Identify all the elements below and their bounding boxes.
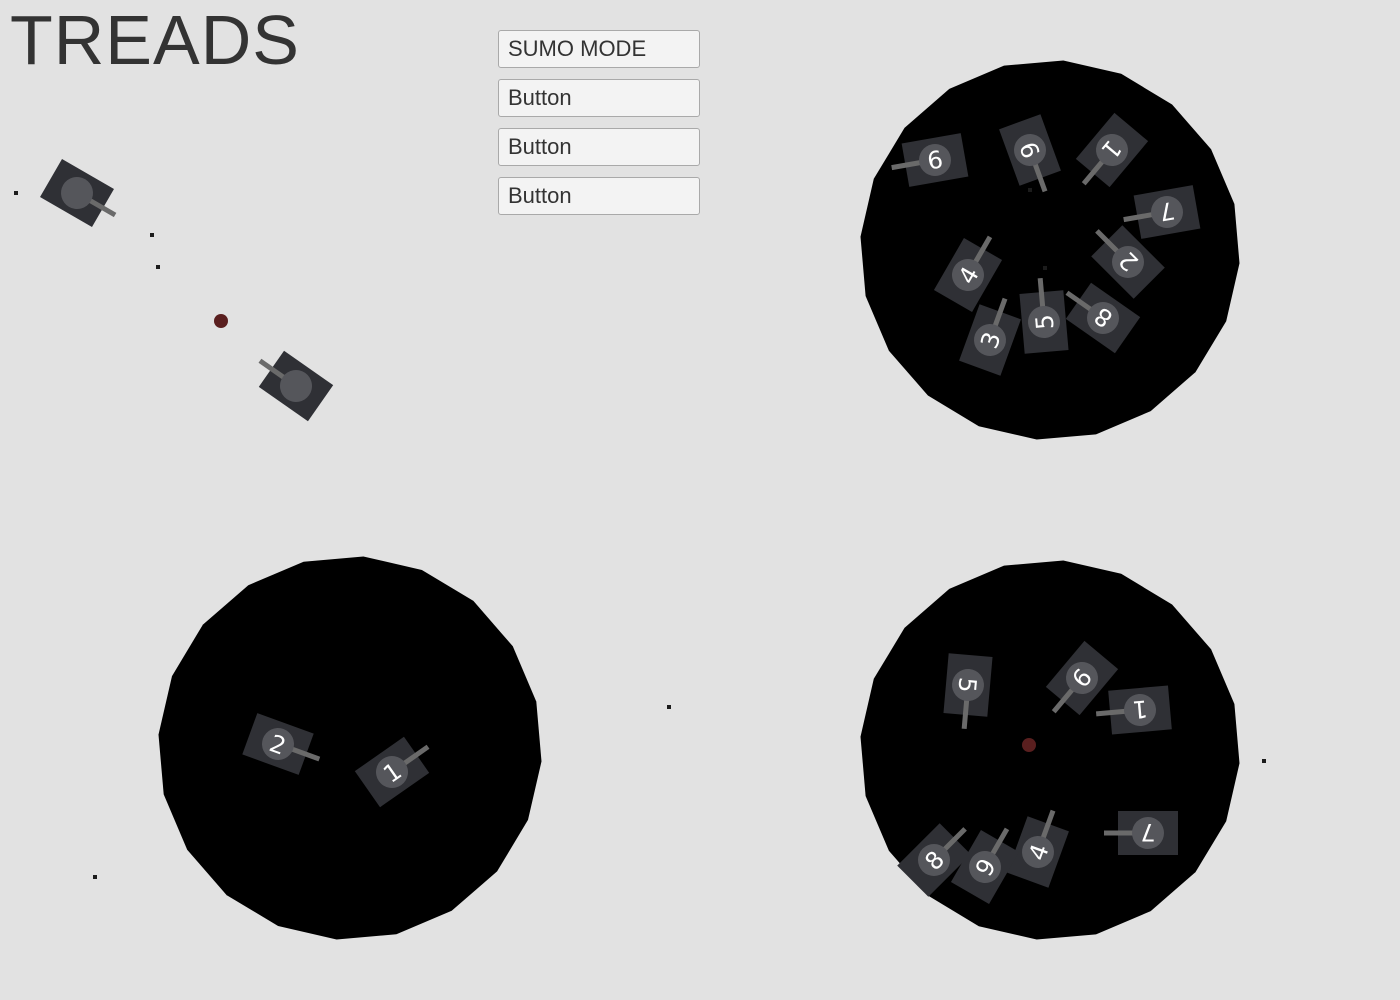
game-scene: 9 6 172435 8215 917498 [14, 60, 1266, 940]
tank-number: 5 [1030, 313, 1059, 331]
projectile [150, 233, 154, 237]
projectile [156, 265, 160, 269]
top-right-arena [860, 60, 1240, 440]
bottom-left-arena [158, 556, 542, 940]
free-tank [40, 158, 117, 228]
tank-number: 5 [952, 676, 981, 694]
projectile [667, 705, 671, 709]
free-tank [258, 350, 334, 422]
projectile [93, 875, 97, 879]
tank-number: 1 [1131, 694, 1149, 723]
projectile [14, 191, 18, 195]
sumo-ball [214, 314, 228, 328]
tank-number: 7 [1140, 818, 1155, 846]
projectile [1028, 188, 1032, 192]
projectile [1043, 266, 1047, 270]
projectile [1262, 759, 1266, 763]
sumo-ball [1022, 738, 1036, 752]
